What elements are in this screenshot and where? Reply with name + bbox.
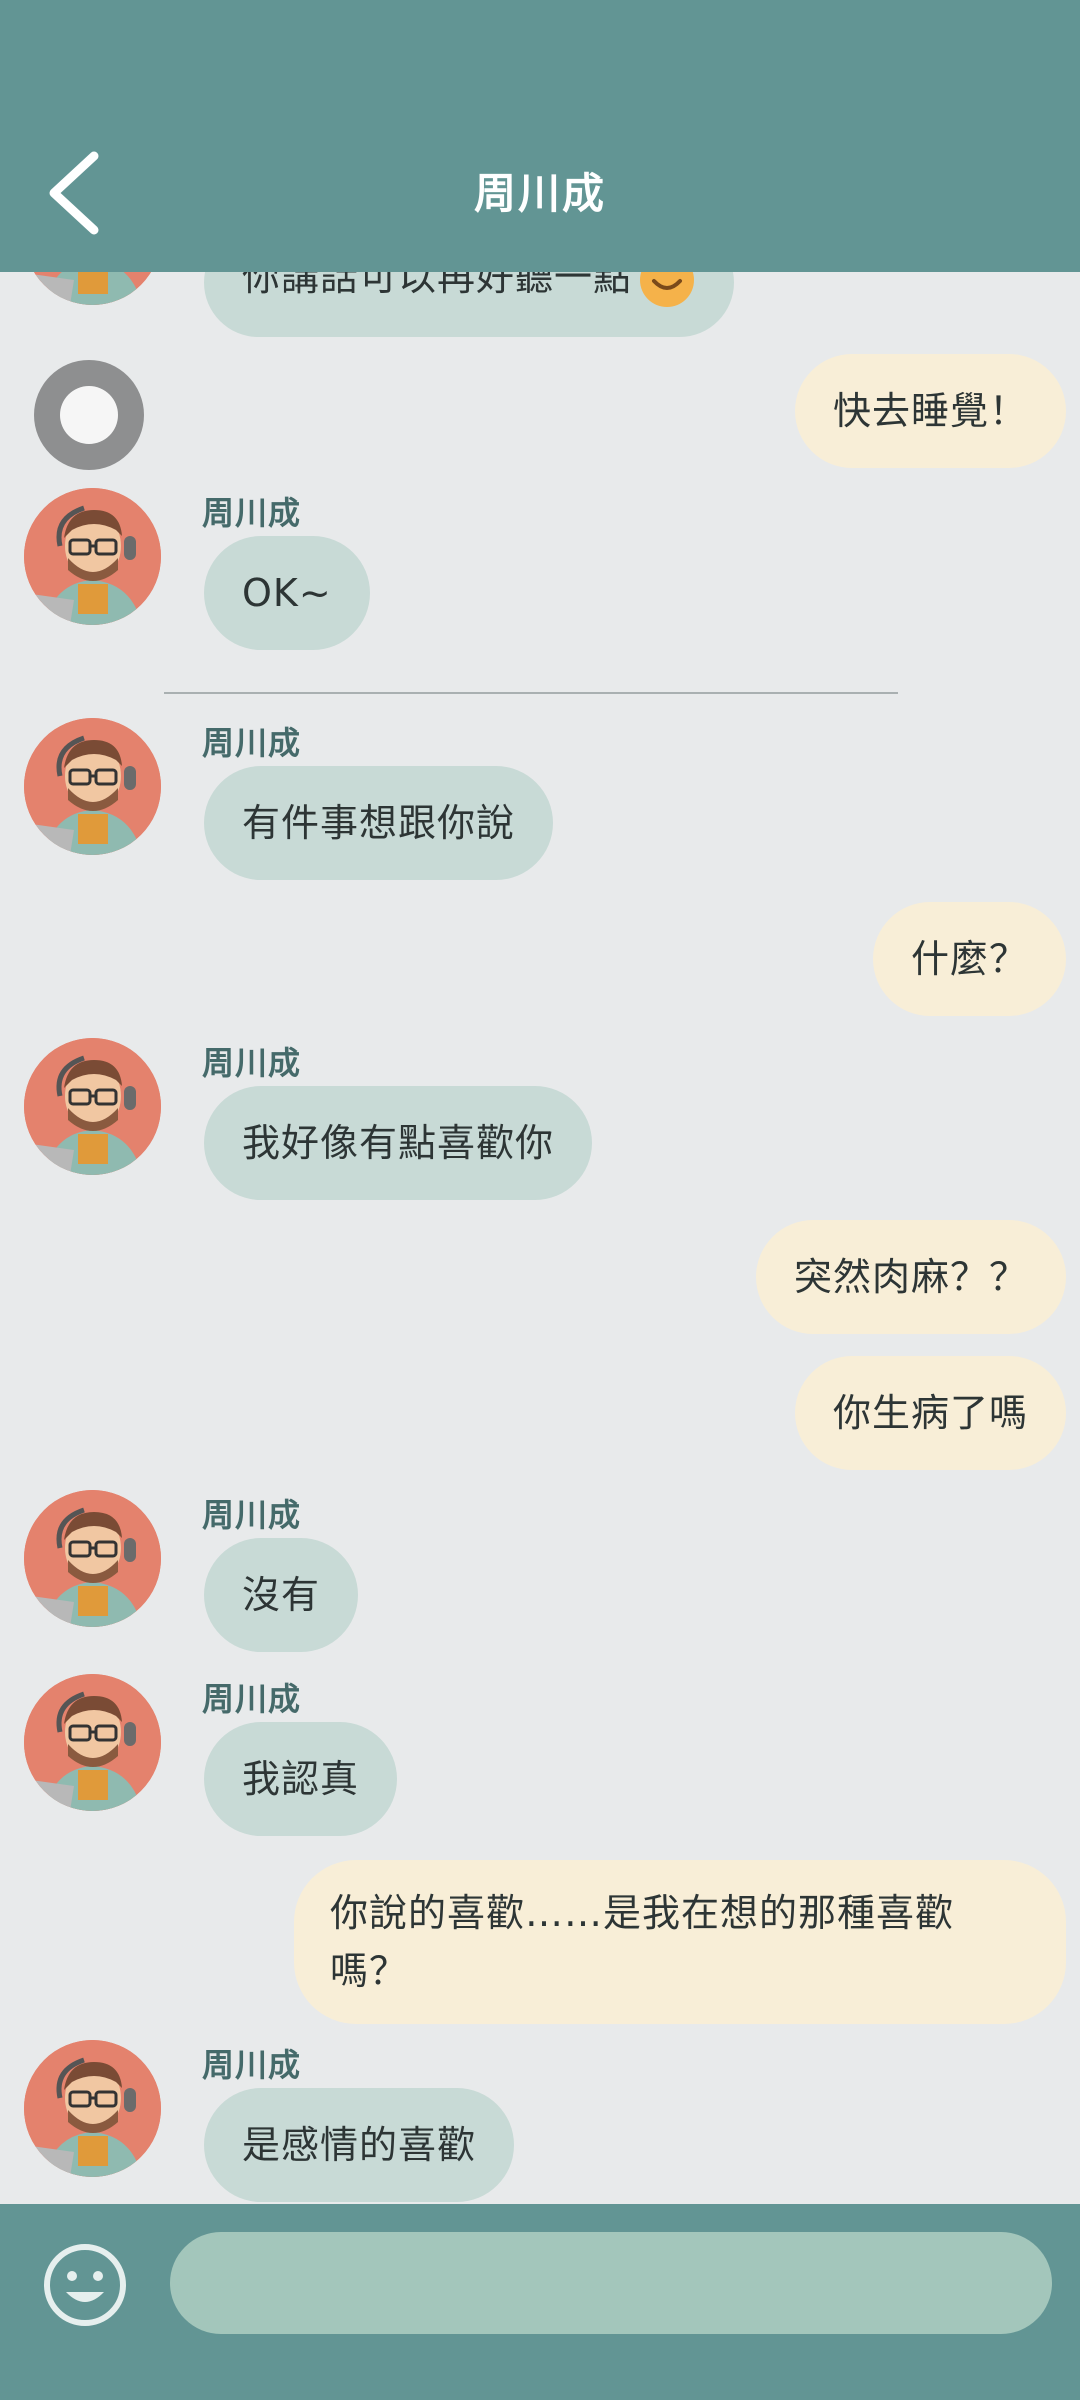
sender-name: 周川成	[202, 724, 302, 762]
message-text: 快去睡覺！	[832, 389, 1028, 433]
sender-name: 周川成	[202, 1496, 302, 1534]
emoji-button[interactable]	[40, 2240, 130, 2330]
sender-name: 周川成	[202, 1680, 302, 1718]
message-input[interactable]	[170, 2232, 1052, 2334]
contact-avatar[interactable]	[24, 1038, 161, 1175]
message-text: OK~	[242, 571, 332, 615]
contact-avatar[interactable]	[24, 2040, 161, 2177]
message-bubble-outgoing[interactable]: 你生病了嗎	[794, 1356, 1066, 1470]
sender-name: 周川成	[202, 494, 302, 532]
contact-avatar[interactable]	[24, 488, 161, 625]
message-bubble-outgoing[interactable]: 快去睡覺！	[794, 354, 1066, 468]
contact-avatar[interactable]	[24, 1674, 161, 1811]
smiley-icon	[40, 2244, 130, 2334]
message-text: 什麼？	[910, 937, 1028, 981]
message-text: 我好像有點喜歡你	[242, 1121, 555, 1165]
status-indicator	[34, 360, 144, 470]
message-text: 沒有	[242, 1573, 321, 1617]
message-bubble-incoming[interactable]: 有件事想跟你說	[204, 766, 554, 880]
contact-avatar[interactable]	[24, 718, 161, 855]
app-header: 周川成	[0, 0, 1080, 272]
chat-title: 周川成	[473, 169, 606, 218]
message-bubble-outgoing[interactable]: 什麼？	[872, 902, 1066, 1016]
message-bubble-outgoing[interactable]: 突然肉麻？？	[755, 1220, 1066, 1334]
message-bubble-incoming[interactable]: OK~	[204, 536, 370, 650]
message-text: 是感情的喜歡	[242, 2123, 477, 2167]
message-bubble-incoming[interactable]: 是感情的喜歡	[204, 2088, 515, 2202]
message-bubble-incoming[interactable]: 我認真	[204, 1722, 398, 1836]
message-bubble-outgoing[interactable]: 你說的喜歡……是我在想的那種喜歡嗎？	[294, 1860, 1066, 2024]
divider	[164, 692, 898, 694]
message-text: 突然肉麻？？	[793, 1255, 1028, 1299]
input-bar	[0, 2204, 1080, 2400]
message-text: 你生病了嗎	[832, 1391, 1028, 1435]
message-text: 你說的喜歡……是我在想的那種喜歡嗎？	[330, 1891, 955, 1993]
chat-area[interactable]: 你講話可以再好聽一點 快去睡覺！ 周川成 OK~ 周川成 有件事想跟你說 什麼？…	[0, 0, 1080, 2204]
message-text: 我認真	[242, 1757, 360, 1801]
message-bubble-incoming[interactable]: 沒有	[204, 1538, 359, 1652]
sender-name: 周川成	[202, 2046, 302, 2084]
message-bubble-incoming[interactable]: 我好像有點喜歡你	[204, 1086, 593, 1200]
message-text: 有件事想跟你說	[242, 801, 516, 845]
contact-avatar[interactable]	[24, 1490, 161, 1627]
sender-name: 周川成	[202, 1044, 302, 1082]
